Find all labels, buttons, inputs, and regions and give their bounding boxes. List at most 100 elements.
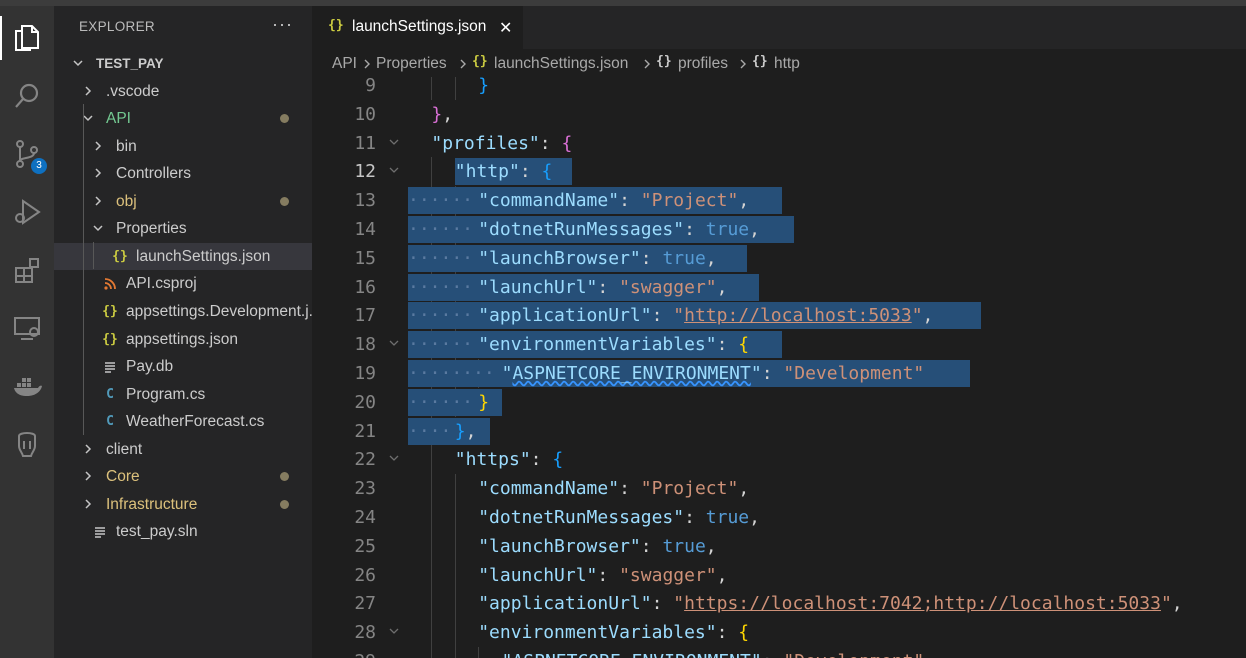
more-actions-icon[interactable]: ··· [272, 14, 293, 35]
code-token: "Development" [783, 363, 925, 384]
tree-item[interactable]: C WeatherForecast.cs [54, 408, 312, 435]
code-text: } [478, 77, 489, 96]
fold-chevron-icon[interactable] [388, 160, 400, 180]
code-text: "applicationUrl": "http://localhost:5033… [478, 305, 933, 326]
code-token: "profiles" [431, 132, 540, 154]
line-number: 21 [354, 420, 376, 442]
tree-item-label: Infrastructure [106, 495, 198, 513]
code-text: "launchBrowser": true, [478, 248, 716, 269]
tree-item[interactable]: Properties [54, 215, 312, 242]
tab-launchsettings[interactable]: {} launchSettings.json ✕ [312, 6, 523, 49]
json-file-icon: {} [102, 331, 118, 347]
code-token: : [530, 449, 553, 471]
line-number: 10 [354, 103, 376, 125]
whitespace-dots: ········ [408, 363, 495, 384]
breadcrumb-item[interactable]: http [774, 55, 800, 73]
whitespace-dots: ···· [408, 420, 452, 442]
code-token: : [640, 535, 663, 557]
tree-item[interactable]: C Program.cs [54, 381, 312, 408]
indent-guide [431, 589, 433, 619]
tree-item-label: Pay.db [126, 358, 174, 376]
json-file-icon: {} [472, 54, 488, 69]
code-text: "http": { [455, 161, 553, 182]
tree-item[interactable]: test_pay.sln [54, 518, 312, 545]
tree-item[interactable]: .vscode [54, 78, 312, 105]
breadcrumb-item[interactable]: launchSettings.json [494, 55, 628, 73]
code-token: } [478, 77, 490, 96]
fold-chevron-icon[interactable] [388, 621, 400, 641]
tree-item[interactable]: API.csproj [54, 270, 312, 297]
search-icon[interactable] [5, 74, 49, 118]
code-token: " [1160, 593, 1172, 615]
code-text: "ASPNETCORE_ENVIRONMENT": "Development" [502, 651, 925, 658]
code-token: "ASPNETCORE_ENVIRONMENT" [502, 651, 762, 658]
indent-guide [431, 531, 433, 561]
json-file-icon: {} [112, 248, 128, 264]
chevron-right-icon [90, 160, 106, 187]
tree-item-label: Controllers [116, 165, 191, 183]
fold-chevron-icon[interactable] [388, 333, 400, 353]
code-token: : [762, 651, 784, 658]
breadcrumb-item[interactable]: API [332, 55, 357, 73]
explorer-sidebar: EXPLORER ··· TEST_PAY .vscode API bin Contro… [54, 6, 312, 658]
chevron-right-icon [80, 78, 96, 105]
tree-item[interactable]: Infrastructure [54, 491, 312, 518]
remote-explorer-icon[interactable] [5, 306, 49, 350]
code-token: "commandName" [478, 478, 620, 500]
tree-item-label: API.csproj [126, 275, 197, 293]
explorer-icon[interactable] [5, 16, 49, 60]
line-number: 27 [354, 593, 376, 615]
chevron-down-icon [90, 215, 106, 242]
whitespace-dots: ······ [408, 190, 474, 212]
tree-item[interactable]: obj [54, 188, 312, 215]
fold-chevron-icon[interactable] [388, 132, 400, 152]
indent-guide [454, 647, 456, 658]
tree-item[interactable]: TEST_PAY [54, 50, 312, 77]
scm-badge: 3 [31, 158, 47, 174]
indent-guide [454, 589, 456, 619]
code-token: , [738, 478, 750, 500]
breadcrumb-item[interactable]: profiles [678, 55, 728, 73]
tree-item[interactable]: {} appsettings.Development.j... [54, 298, 312, 325]
code-text: }, [455, 421, 477, 442]
run-debug-icon[interactable] [5, 190, 49, 234]
docker-icon[interactable] [5, 364, 49, 408]
tree-item[interactable]: Core [54, 463, 312, 490]
extensions-icon[interactable] [5, 248, 49, 292]
line-number: 22 [354, 449, 376, 471]
tree-item[interactable]: client [54, 436, 312, 463]
tree-item[interactable]: {} appsettings.json [54, 326, 312, 353]
explorer-title: EXPLORER [79, 19, 155, 34]
code-token: , [705, 535, 717, 557]
code-editor[interactable]: 9} 10}, 11 "profiles": {12 "http": {13 ······… [312, 77, 1246, 658]
breadcrumb-separator-icon [362, 55, 372, 75]
code-token: : [716, 334, 739, 356]
code-token: { [541, 161, 553, 183]
tree-item[interactable]: bin [54, 133, 312, 160]
code-token: : [597, 276, 620, 298]
tree-item-label: .vscode [106, 82, 160, 100]
code-line: 27 "applicationUrl": "https://localhost:7… [312, 589, 1246, 619]
close-icon[interactable]: ✕ [499, 18, 512, 38]
code-token: ASPNETCORE_ENVIRONMENT [512, 363, 751, 384]
line-number: 24 [354, 507, 376, 528]
source-control-icon[interactable]: 3 [5, 132, 49, 176]
tree-item-label: client [106, 440, 143, 458]
tree-item-label: appsettings.json [126, 330, 239, 348]
code-line: 19 ········ "ASPNETCORE_ENVIRONMENT": "Dev… [312, 359, 1246, 388]
code-token: " [673, 305, 685, 327]
tree-item[interactable]: API [54, 105, 312, 132]
code-line: 13 ······ "commandName": "Project", [312, 186, 1246, 216]
database-elephant-icon[interactable] [5, 422, 49, 466]
whitespace-dots: ······ [408, 219, 474, 240]
chevron-right-icon [90, 133, 106, 160]
code-token: : [519, 161, 542, 183]
tree-item[interactable]: Pay.db [54, 353, 312, 380]
code-token: { [561, 132, 573, 154]
tree-item[interactable]: Controllers [54, 160, 312, 187]
fold-chevron-icon[interactable] [388, 448, 400, 468]
tree-item-label: test_pay.sln [116, 523, 198, 541]
code-token: , [465, 420, 477, 442]
breadcrumb-item[interactable]: Properties [376, 55, 447, 73]
breadcrumb-separator-icon [642, 55, 652, 75]
